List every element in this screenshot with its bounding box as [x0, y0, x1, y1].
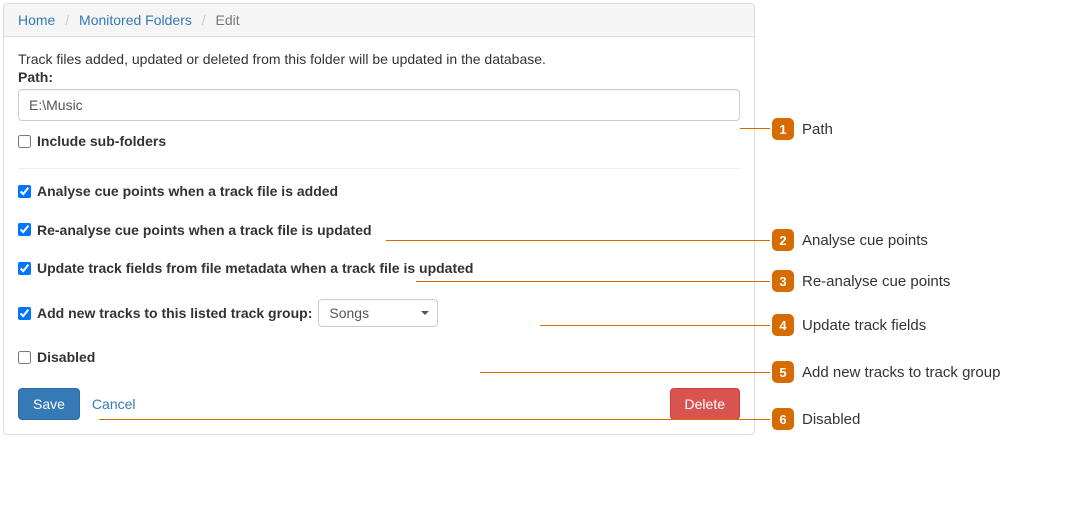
add-group-label: Add new tracks to this listed track grou…: [37, 305, 312, 322]
annotation-4: 4 Update track fields: [772, 314, 926, 336]
separator: [18, 168, 740, 169]
save-button[interactable]: Save: [18, 388, 80, 420]
chevron-down-icon: [421, 311, 429, 315]
breadcrumb-home[interactable]: Home: [18, 12, 55, 28]
analyse-cue-checkbox[interactable]: [18, 185, 31, 198]
leader-line: [480, 372, 770, 373]
update-fields-row: Update track fields from file metadata w…: [18, 260, 740, 277]
annotation-text-2: Analyse cue points: [802, 232, 928, 249]
delete-button[interactable]: Delete: [670, 388, 740, 420]
annotation-2: 2 Analyse cue points: [772, 229, 928, 251]
panel-body: Track files added, updated or deleted fr…: [4, 37, 754, 434]
add-group-row: Add new tracks to this listed track grou…: [18, 299, 740, 327]
annotation-badge-6: 6: [772, 408, 794, 430]
reanalyse-cue-checkbox[interactable]: [18, 223, 31, 236]
include-subfolders-label: Include sub-folders: [37, 133, 166, 150]
path-label: Path:: [18, 69, 740, 85]
leader-line: [386, 240, 770, 241]
breadcrumb-edit: Edit: [216, 12, 240, 28]
breadcrumb-sep-icon: /: [65, 12, 69, 28]
folder-description: Track files added, updated or deleted fr…: [18, 51, 740, 67]
disabled-row: Disabled: [18, 349, 740, 366]
analyse-cue-label: Analyse cue points when a track file is …: [37, 183, 338, 200]
add-group-checkbox[interactable]: [18, 307, 31, 320]
breadcrumb-monitored-folders[interactable]: Monitored Folders: [79, 12, 192, 28]
update-fields-checkbox[interactable]: [18, 262, 31, 275]
annotation-3: 3 Re-analyse cue points: [772, 270, 950, 292]
breadcrumb: Home / Monitored Folders / Edit: [18, 12, 740, 28]
breadcrumb-sep-icon: /: [202, 12, 206, 28]
path-input[interactable]: [18, 89, 740, 121]
edit-folder-panel: Home / Monitored Folders / Edit Track fi…: [3, 3, 755, 435]
disabled-checkbox[interactable]: [18, 351, 31, 364]
reanalyse-cue-label: Re-analyse cue points when a track file …: [37, 222, 372, 239]
annotation-text-5: Add new tracks to track group: [802, 364, 1000, 381]
panel-heading: Home / Monitored Folders / Edit: [4, 4, 754, 37]
cancel-link[interactable]: Cancel: [92, 396, 136, 412]
annotation-badge-1: 1: [772, 118, 794, 140]
annotation-text-4: Update track fields: [802, 317, 926, 334]
annotation-badge-4: 4: [772, 314, 794, 336]
annotation-badge-2: 2: [772, 229, 794, 251]
update-fields-label: Update track fields from file metadata w…: [37, 260, 473, 277]
leader-line: [416, 281, 770, 282]
annotation-text-3: Re-analyse cue points: [802, 273, 950, 290]
include-subfolders-checkbox[interactable]: [18, 135, 31, 148]
disabled-label: Disabled: [37, 349, 95, 366]
annotation-text-6: Disabled: [802, 411, 860, 428]
leader-line: [99, 419, 770, 420]
include-subfolders-row: Include sub-folders: [18, 133, 740, 150]
leader-line: [740, 128, 770, 129]
track-group-select[interactable]: Songs: [318, 299, 438, 327]
analyse-cue-row: Analyse cue points when a track file is …: [18, 183, 740, 200]
annotation-1: 1 Path: [772, 118, 833, 140]
annotation-6: 6 Disabled: [772, 408, 860, 430]
leader-line: [540, 325, 770, 326]
button-row: Save Cancel Delete: [18, 388, 740, 420]
reanalyse-cue-row: Re-analyse cue points when a track file …: [18, 222, 740, 239]
annotation-badge-5: 5: [772, 361, 794, 383]
track-group-selected: Songs: [329, 305, 369, 321]
annotation-text-1: Path: [802, 121, 833, 138]
annotation-5: 5 Add new tracks to track group: [772, 361, 1000, 383]
annotation-badge-3: 3: [772, 270, 794, 292]
